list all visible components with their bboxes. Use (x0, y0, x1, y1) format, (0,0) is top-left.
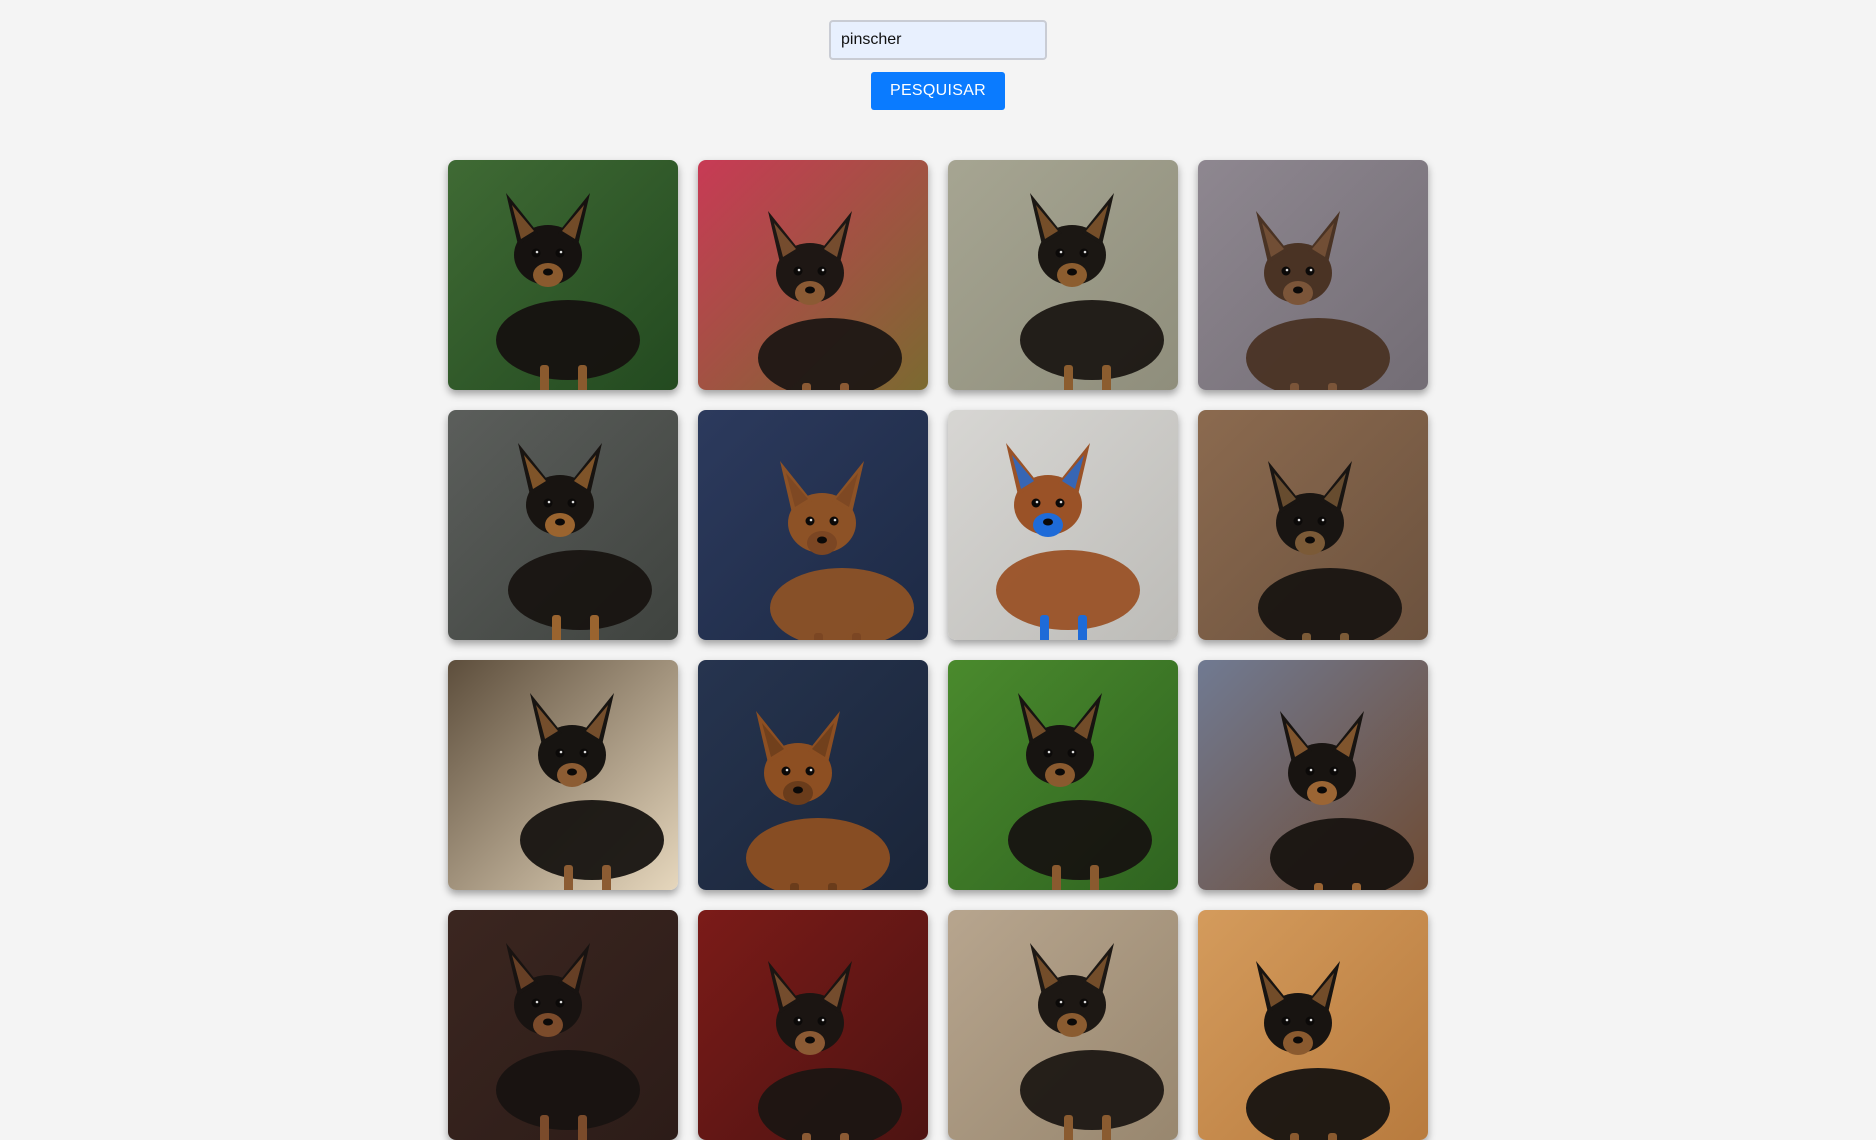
result-photo[interactable] (948, 410, 1178, 640)
result-photo[interactable] (948, 910, 1178, 1140)
result-photo[interactable] (948, 160, 1178, 390)
result-photo[interactable] (698, 160, 928, 390)
result-photo[interactable] (448, 160, 678, 390)
dog-photo (698, 160, 928, 390)
dog-photo (1198, 660, 1428, 890)
dog-photo (448, 410, 678, 640)
search-area: PESQUISAR (0, 0, 1876, 130)
dog-photo (948, 160, 1178, 390)
dog-photo (698, 910, 928, 1140)
dog-photo (1198, 910, 1428, 1140)
result-photo[interactable] (1198, 910, 1428, 1140)
result-photo[interactable] (448, 410, 678, 640)
result-photo[interactable] (698, 660, 928, 890)
dog-photo (448, 160, 678, 390)
result-photo[interactable] (1198, 410, 1428, 640)
results-grid (448, 160, 1428, 1140)
result-photo[interactable] (698, 410, 928, 640)
dog-photo (448, 660, 678, 890)
dog-photo (1198, 160, 1428, 390)
dog-photo (698, 660, 928, 890)
dog-photo (948, 410, 1178, 640)
dog-photo (948, 660, 1178, 890)
result-photo[interactable] (448, 910, 678, 1140)
result-photo[interactable] (1198, 660, 1428, 890)
dog-photo (698, 410, 928, 640)
search-button[interactable]: PESQUISAR (871, 72, 1005, 110)
result-photo[interactable] (1198, 160, 1428, 390)
result-photo[interactable] (948, 660, 1178, 890)
dog-photo (948, 910, 1178, 1140)
dog-photo (1198, 410, 1428, 640)
result-photo[interactable] (698, 910, 928, 1140)
dog-photo (448, 910, 678, 1140)
search-input[interactable] (829, 20, 1047, 60)
result-photo[interactable] (448, 660, 678, 890)
